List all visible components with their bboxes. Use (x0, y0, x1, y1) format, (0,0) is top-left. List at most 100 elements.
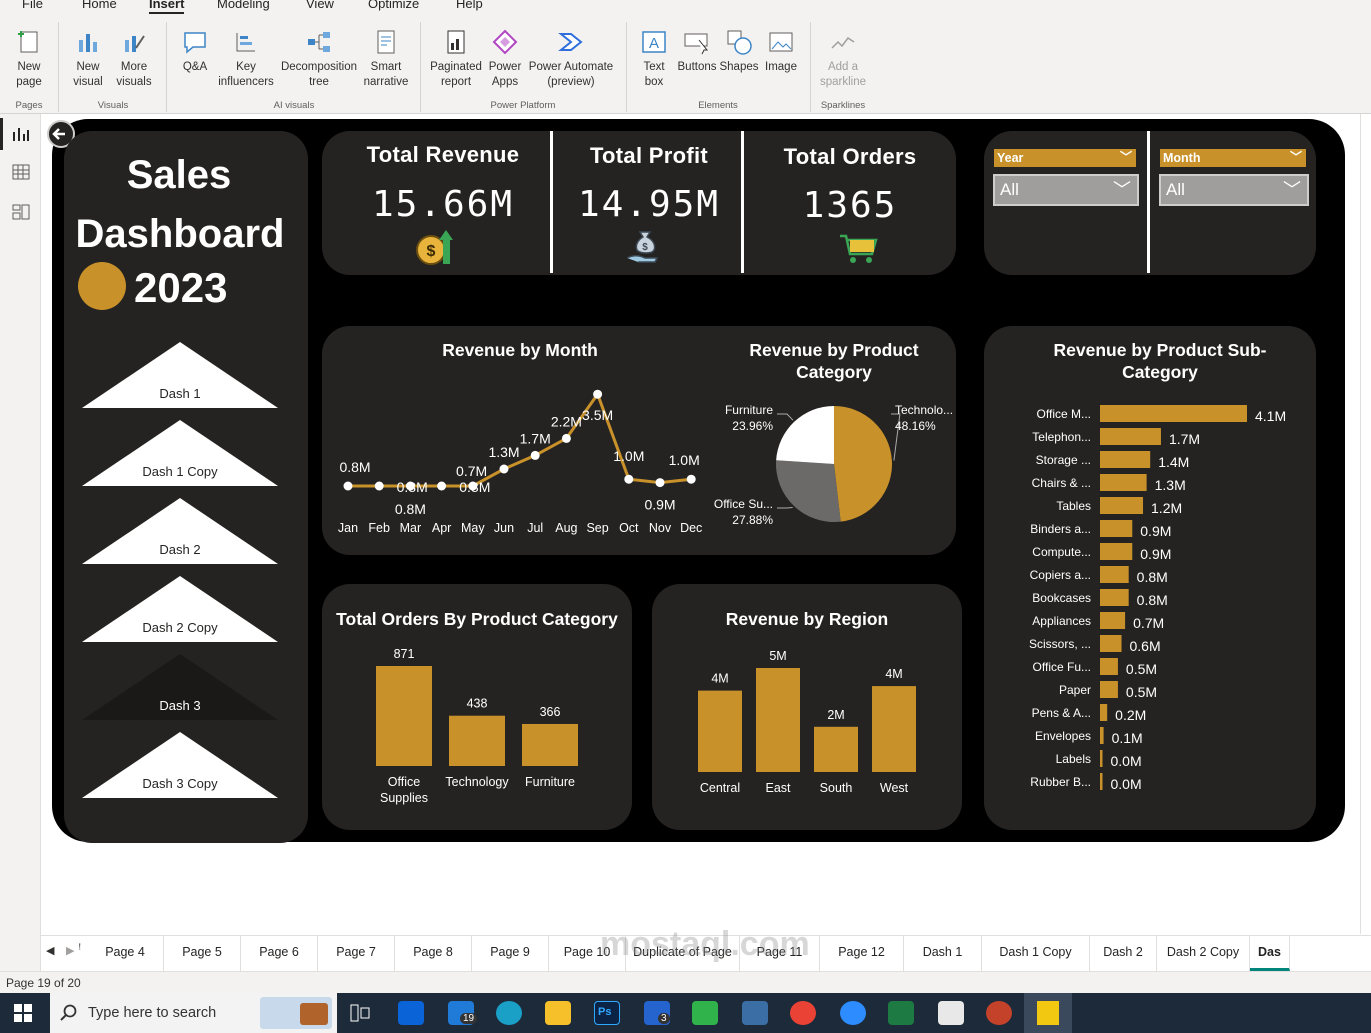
smart-narrative-button[interactable]: Smart narrative (362, 28, 410, 90)
bar-data-label: 871 (394, 647, 415, 661)
photoshop-icon[interactable]: Ps (594, 1001, 620, 1025)
paginated-report-icon (447, 30, 465, 54)
bar-data-label: 4M (885, 667, 902, 681)
new-visual-button[interactable]: New visual (66, 28, 110, 90)
menu-modeling[interactable]: Modeling (217, 0, 270, 11)
menu-help[interactable]: Help (456, 0, 483, 11)
page-tab[interactable]: Page 6 (241, 936, 318, 971)
scroll-right-icon[interactable]: ▶ (66, 944, 74, 957)
page-tab[interactable]: Page 12 (820, 936, 904, 971)
page-tab[interactable]: Page 11 (740, 936, 820, 971)
bar (1100, 727, 1104, 744)
line-point (499, 464, 509, 474)
page-tab[interactable]: Page 9 (472, 936, 549, 971)
chevron-down-icon: ﹀ (1289, 150, 1302, 164)
image-button[interactable]: Image (760, 28, 802, 75)
month-slicer-dropdown[interactable]: All ﹀ (1159, 174, 1309, 206)
bar (1100, 635, 1122, 652)
bar (1100, 750, 1103, 767)
bar (1100, 681, 1118, 698)
page-tab[interactable]: Page 5 (164, 936, 241, 971)
menu-file[interactable]: File (22, 0, 43, 11)
page-tab[interactable]: Page 4 (87, 936, 164, 971)
decomposition-tree-button[interactable]: Decomposition tree (278, 28, 360, 90)
nav-dash-2-copy[interactable]: Dash 2 Copy (82, 576, 278, 642)
page-tab[interactable]: Dash 1 Copy (982, 936, 1090, 971)
nav-dash-3-copy[interactable]: Dash 3 Copy (82, 732, 278, 798)
page-tab[interactable]: Dash 1 (904, 936, 982, 971)
edge-icon[interactable] (496, 1001, 522, 1025)
powerpoint-icon[interactable] (986, 1001, 1012, 1025)
year-slicer-dropdown[interactable]: All ﹀ (993, 174, 1139, 206)
menu-bar: File Home Insert Modeling View Optimize … (0, 0, 1371, 15)
powerbi-active-tile[interactable] (1024, 993, 1072, 1033)
key-influencers-button[interactable]: Key influencers (216, 28, 276, 90)
chrome-icon[interactable] (790, 1001, 816, 1025)
pie-category-label: Technolo... (895, 403, 953, 417)
kpi-label: Total Revenue (366, 142, 520, 167)
menu-optimize[interactable]: Optimize (368, 0, 419, 11)
mail-icon[interactable]: 19 (448, 1001, 478, 1025)
zoom-icon[interactable] (840, 1001, 866, 1025)
obs-icon[interactable] (938, 1001, 964, 1025)
network-app-icon[interactable] (742, 1001, 768, 1025)
more-visuals-icon (125, 35, 145, 52)
line-data-label: 0.8M (339, 459, 370, 475)
line-point (374, 481, 384, 491)
more-visuals-button[interactable]: More visuals (112, 28, 156, 90)
qa-button[interactable]: Q&A (174, 28, 216, 75)
nav-dash-2[interactable]: Dash 2 (82, 498, 278, 564)
y-tick-label: Compute... (1032, 545, 1091, 559)
bar-data-label: 0.9M (1140, 546, 1171, 562)
menu-view[interactable]: View (306, 0, 334, 11)
group-label-pages: Pages (15, 100, 43, 111)
page-tab[interactable]: Page 10 (549, 936, 626, 971)
page-tab[interactable]: Page 7 (318, 936, 395, 971)
kpi-value: 15.66M (371, 184, 515, 225)
text-box-button[interactable]: A Text box (634, 28, 674, 90)
bar-data-label: 0.8M (1137, 592, 1168, 608)
page-tab[interactable]: Duplicate of Page 10 (626, 936, 740, 991)
report-view-icon[interactable] (11, 124, 31, 144)
bar (1100, 405, 1247, 422)
bar-data-label: 0.1M (1112, 730, 1143, 746)
tab-active[interactable]: Das (1250, 936, 1290, 971)
pie-slice (776, 460, 841, 522)
chart-title-revenue-by-sub-category: Revenue by Product Sub-Category (1053, 340, 1267, 382)
paginated-report-button[interactable]: Paginated report (428, 28, 484, 90)
svg-text:A: A (649, 35, 659, 52)
power-automate-button[interactable]: Power Automate (preview) (526, 28, 616, 90)
new-page-button[interactable]: New page (6, 28, 52, 90)
excel-icon[interactable] (888, 1001, 914, 1025)
x-tick-label: Furniture (525, 775, 575, 789)
nav-dash-1[interactable]: Dash 1 (82, 342, 278, 408)
add-sparkline-button[interactable]: Add a sparkline (816, 28, 870, 90)
bar-data-label: 4.1M (1255, 408, 1286, 424)
taskbar-search-box[interactable]: Type here to search (50, 993, 337, 1033)
camtasia-icon[interactable] (692, 1001, 718, 1025)
y-tick-label: Copiers a... (1030, 568, 1091, 582)
page-tab[interactable]: Page 8 (395, 936, 472, 971)
task-view-icon[interactable] (350, 1004, 370, 1022)
file-explorer-icon[interactable] (545, 1001, 571, 1025)
y-tick-label: Chairs & ... (1032, 476, 1091, 490)
menu-insert[interactable]: Insert (149, 0, 185, 15)
windows-start-icon[interactable] (14, 1004, 32, 1022)
bar (1100, 566, 1129, 583)
buttons-button[interactable]: Buttons (676, 28, 718, 75)
nav-dash-1-copy[interactable]: Dash 1 Copy (82, 420, 278, 486)
pie-percent-label: 23.96% (732, 419, 773, 433)
scroll-left-icon[interactable]: ◀ (46, 944, 54, 957)
page-tab[interactable]: Dash 2 Copy (1157, 936, 1250, 971)
microsoft-store-icon[interactable] (398, 1001, 424, 1025)
svg-text:$: $ (427, 243, 436, 260)
page-tab[interactable]: Dash 2 (1090, 936, 1157, 971)
page-tab-bar: ◀ ▶ ꜝ Page 4 Page 5 Page 6 Page 7 Page 8 Page… (41, 935, 1371, 991)
menu-home[interactable]: Home (82, 0, 117, 11)
todo-icon[interactable]: 3 (644, 1001, 670, 1025)
model-view-icon[interactable] (11, 202, 31, 222)
power-apps-button[interactable]: Power Apps (486, 28, 524, 90)
table-view-icon[interactable] (11, 162, 31, 182)
nav-dash-3-active[interactable]: Dash 3 (82, 654, 278, 720)
shapes-button[interactable]: Shapes (718, 28, 760, 75)
